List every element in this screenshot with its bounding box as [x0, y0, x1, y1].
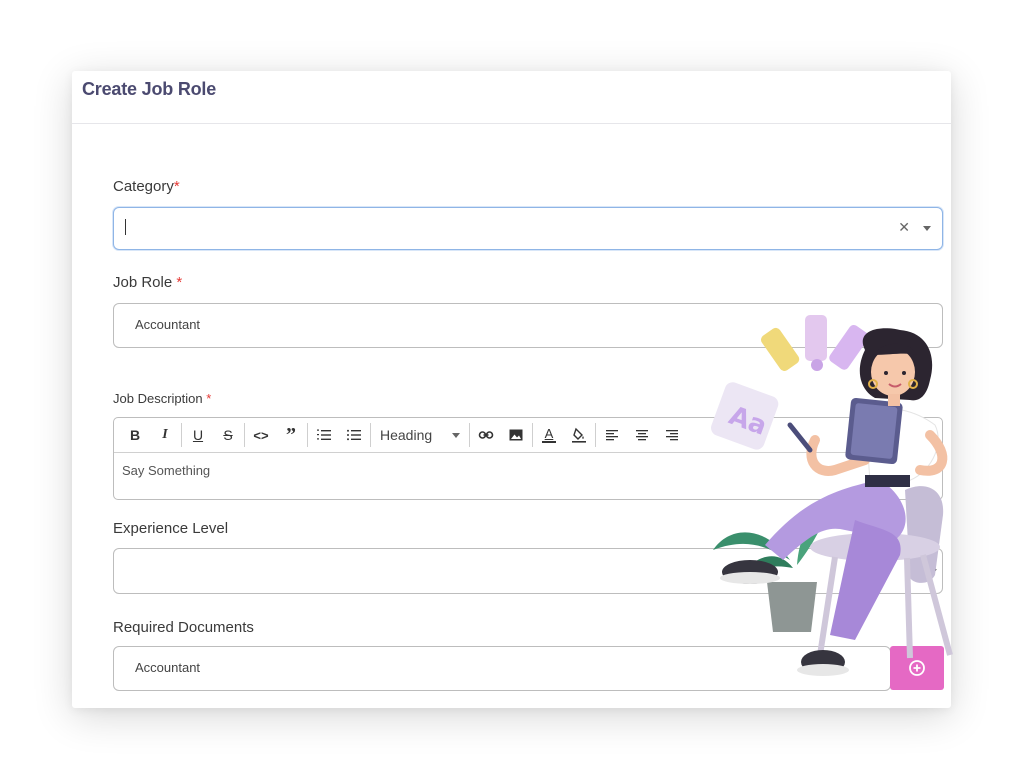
experience-level-label: Experience Level [113, 520, 229, 537]
job-description-label: Job Description * [113, 391, 211, 406]
heading-select-value: Heading [380, 427, 433, 443]
align-center-icon[interactable] [627, 422, 657, 448]
toolbar-divider [181, 423, 182, 447]
strikethrough-button[interactable]: S [213, 422, 243, 448]
bullet-list-icon[interactable] [339, 422, 369, 448]
toolbar-divider [469, 423, 470, 447]
required-mark: * [206, 391, 212, 406]
ordered-list-icon[interactable] [309, 422, 339, 448]
stylus-icon [787, 422, 813, 453]
job-role-label-text: Job Role [113, 274, 173, 291]
code-button[interactable]: <> [246, 422, 276, 448]
color-swatch [542, 441, 556, 443]
align-left-icon[interactable] [597, 422, 627, 448]
toolbar-divider [307, 423, 308, 447]
chevron-down-icon [452, 433, 460, 438]
close-icon[interactable]: ✕ [898, 219, 910, 236]
toolbar-divider [595, 423, 596, 447]
text-color-letter: A [544, 426, 554, 441]
toolbar-divider [370, 423, 371, 447]
bold-button[interactable]: B [120, 422, 150, 448]
job-description-label-text: Job Description [113, 391, 203, 406]
job-role-value: Accountant [135, 317, 201, 332]
category-label: Category* [113, 178, 180, 195]
category-label-text: Category [113, 178, 174, 195]
card-header: Create Job Role [72, 71, 951, 124]
heading-select[interactable]: Heading [372, 422, 468, 448]
image-icon[interactable] [501, 422, 531, 448]
text-caret [125, 219, 126, 235]
text-color-icon[interactable]: A [534, 422, 564, 448]
blockquote-button[interactable]: ” [276, 422, 306, 448]
toolbar-divider [244, 423, 245, 447]
font-card-icon: Aa [711, 382, 779, 450]
color-swatch-fan-icon [761, 315, 869, 371]
job-role-label: Job Role * [113, 274, 182, 291]
chevron-down-icon[interactable] [923, 226, 931, 231]
category-select[interactable]: ✕ [113, 207, 943, 250]
highlight-color-icon[interactable] [564, 422, 594, 448]
align-right-icon[interactable] [657, 422, 687, 448]
required-documents-value: Accountant [135, 660, 201, 675]
legs [720, 480, 906, 676]
link-icon[interactable] [471, 422, 501, 448]
head [859, 328, 933, 406]
required-mark: * [176, 274, 183, 291]
required-mark: * [173, 178, 180, 195]
italic-button[interactable]: I [150, 422, 180, 448]
underline-button[interactable]: U [183, 422, 213, 448]
page-title: Create Job Role [82, 79, 217, 99]
required-documents-label: Required Documents [113, 619, 254, 636]
toolbar-divider [532, 423, 533, 447]
tablet-icon [845, 397, 903, 465]
woman-with-tablet-illustration: Aa [711, 315, 953, 676]
